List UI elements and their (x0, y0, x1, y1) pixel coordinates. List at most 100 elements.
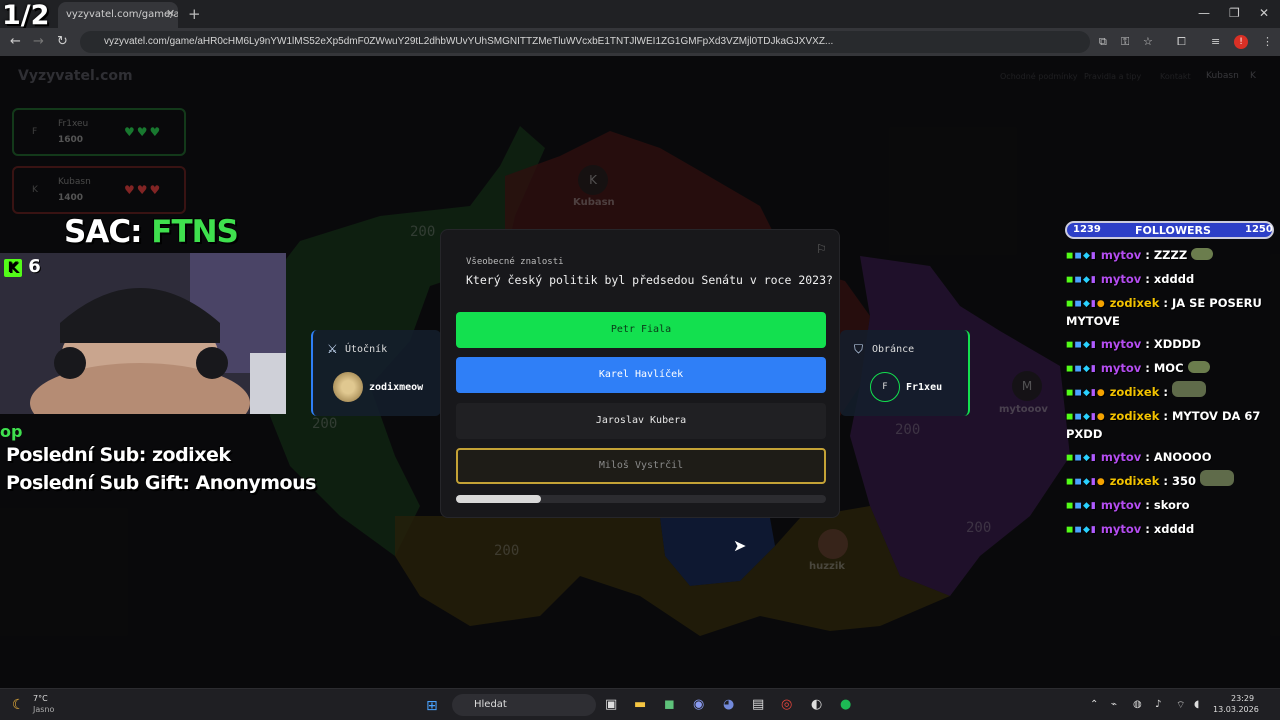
chat-badges-icon: ◼◼◆▮● (1066, 299, 1106, 309)
chat-username[interactable]: mytov (1101, 498, 1141, 512)
chat-message: ◼◼◆▮ mytov : ZZZZ (1066, 244, 1274, 268)
chat-text: skoro (1153, 498, 1190, 512)
chat-emote-icon (1191, 248, 1214, 260)
spotify-icon[interactable]: ● (840, 697, 851, 712)
profile-alert-icon[interactable]: ! (1234, 35, 1248, 49)
tab-close-icon[interactable]: ✕ (166, 7, 175, 20)
url-input[interactable]: vyzyvatel.com/game/aHR0cHM6Ly9nYW1lMS52e… (80, 31, 1090, 53)
volume-icon[interactable]: ◖ (1194, 699, 1199, 710)
epic-games-icon[interactable]: ▤ (752, 697, 764, 712)
kick-logo-icon: K (4, 259, 22, 277)
defender-label: Obránce (872, 344, 915, 355)
chat-username[interactable]: mytov (1101, 272, 1141, 286)
microphone-icon[interactable]: ♪ (1155, 699, 1161, 710)
reading-list-icon[interactable]: ≡ (1211, 35, 1220, 48)
viewer-count: 6 (28, 256, 41, 277)
chat-username[interactable]: zodixek (1110, 385, 1160, 399)
forward-icon[interactable]: → (33, 34, 44, 49)
tab-title: vyzyvatel.com/game/aHR0cHM6 (66, 9, 178, 20)
tray-network-icon[interactable]: ⌁ (1111, 699, 1117, 710)
answer-button[interactable]: Jaroslav Kubera (456, 403, 826, 439)
password-key-icon[interactable]: ⚿ (1121, 35, 1129, 49)
question-text: Který český politik byl předsedou Senátu… (466, 273, 833, 287)
discord-icon[interactable]: ◕ (723, 697, 734, 712)
windows-start-icon[interactable]: ⊞ (426, 698, 438, 714)
chat-username[interactable]: zodixek (1110, 409, 1160, 423)
chat-username[interactable]: mytov (1101, 248, 1141, 262)
task-view-icon[interactable]: ▣ (605, 697, 617, 712)
mouse-cursor-icon: ➤ (733, 536, 747, 555)
steam-icon[interactable]: ◐ (811, 697, 822, 712)
chat-text: XDDDD (1153, 337, 1201, 351)
menu-icon[interactable]: ⋮ (1262, 35, 1273, 48)
defender-card: ⛉ Obránce F Fr1xeu (840, 330, 970, 416)
taskbar-search[interactable]: Hledat (452, 694, 596, 716)
chat-badges-icon: ◼◼◆▮ (1066, 364, 1097, 374)
address-bar-row: ← → ↻ vyzyvatel.com/game/aHR0cHM6Ly9nYW1… (0, 28, 1280, 56)
chat-username[interactable]: zodixek (1110, 474, 1160, 488)
weather-desc[interactable]: Jasno (33, 705, 54, 714)
browser-tab[interactable]: vyzyvatel.com/game/aHR0cHM6 (58, 2, 178, 28)
chat-badges-icon: ◼◼◆▮● (1066, 477, 1106, 487)
followers-goal: 1250 (1245, 224, 1273, 235)
tray-chevron-icon[interactable]: ⌃ (1090, 699, 1098, 710)
question-modal: ⚐ Všeobecné znalosti Který český politik… (440, 229, 840, 518)
kick-viewers: K 6 (4, 256, 41, 277)
chat-badges-icon: ◼◼◆▮ (1066, 501, 1097, 511)
chat-text: ANOOOO (1153, 450, 1212, 464)
timer-fill (456, 495, 542, 503)
extensions-icon[interactable]: ⧠ (1177, 35, 1186, 49)
team-prefix: SAC: (64, 214, 142, 250)
chat-message: ◼◼◆▮● zodixek : MYTOV DA 67 PXDD (1066, 409, 1261, 441)
browser-tab-strip: vyzyvatel.com/game/aHR0cHM6 ✕ + — ❐ ✕ (0, 0, 1280, 28)
chrome-icon[interactable]: ◎ (781, 697, 792, 712)
weather-moon-icon[interactable]: ☾ (12, 697, 25, 713)
answer-button[interactable]: Petr Fiala (456, 312, 826, 348)
new-tab-icon[interactable]: + (188, 5, 201, 23)
overlay-label: op (0, 422, 23, 441)
back-icon[interactable]: ← (10, 34, 21, 49)
chat-badges-icon: ◼◼◆▮● (1066, 412, 1106, 422)
team-banner: SAC: FTNS (64, 214, 239, 250)
report-flag-icon[interactable]: ⚐ (816, 242, 827, 256)
clock-time[interactable]: 23:29 (1231, 694, 1254, 703)
defender-name: Fr1xeu (906, 382, 943, 393)
clock-date[interactable]: 13.03.2026 (1213, 705, 1259, 714)
team-name: FTNS (151, 214, 239, 250)
install-app-icon[interactable]: ⧉ (1099, 35, 1107, 49)
obs-icon[interactable]: ◉ (693, 697, 704, 712)
followers-label: FOLLOWERS (1135, 224, 1211, 237)
chat-message: ◼◼◆▮● zodixek : JA SE POSERU MYTOVE (1066, 296, 1262, 328)
stream-counter: 1/2 (2, 0, 50, 31)
chat-emote-icon (1187, 361, 1210, 373)
bookmark-star-icon[interactable]: ☆ (1143, 35, 1153, 48)
chat-username[interactable]: mytov (1101, 337, 1141, 351)
tray-app-icon[interactable]: ◍ (1133, 699, 1142, 710)
chat-text: MOC (1153, 361, 1184, 375)
chat-badges-icon: ◼◼◆▮ (1066, 275, 1097, 285)
chat-emote-icon (1200, 470, 1234, 486)
chat-badges-icon: ◼◼◆▮ (1066, 251, 1097, 261)
answer-button[interactable]: Karel Havlíček (456, 357, 826, 393)
reload-icon[interactable]: ↻ (57, 34, 68, 49)
stream-chat: ◼◼◆▮ mytov : ZZZZ ◼◼◆▮ mytov : xdddd ◼◼◆▮… (1066, 244, 1274, 542)
chat-username[interactable]: mytov (1101, 361, 1141, 375)
webcam-feed (0, 253, 286, 414)
chat-username[interactable]: mytov (1101, 450, 1141, 464)
answer-button[interactable]: Miloš Vystrčil (456, 448, 826, 484)
app-icon[interactable]: ◼ (664, 697, 675, 712)
minimize-icon[interactable]: — (1198, 6, 1210, 20)
chat-username[interactable]: zodixek (1110, 296, 1160, 310)
close-window-icon[interactable]: ✕ (1259, 6, 1269, 20)
maximize-icon[interactable]: ❐ (1229, 6, 1240, 20)
defender-avatar: F (870, 372, 900, 402)
chat-text: xdddd (1153, 522, 1195, 536)
chat-message: ◼◼◆▮ mytov : MOC (1066, 357, 1274, 381)
file-explorer-icon[interactable]: ▬ (634, 697, 646, 712)
wifi-icon[interactable]: ⌔ (1176, 699, 1185, 712)
chat-username[interactable]: mytov (1101, 522, 1141, 536)
game-page: Vyzyvatel.com Ochodné podmínky Pravidla … (0, 56, 1280, 688)
weather-temp[interactable]: 7°C (33, 694, 48, 703)
chat-text: ZZZZ (1153, 248, 1188, 262)
chat-message: ◼◼◆▮ mytov : XDDDD (1066, 333, 1274, 357)
